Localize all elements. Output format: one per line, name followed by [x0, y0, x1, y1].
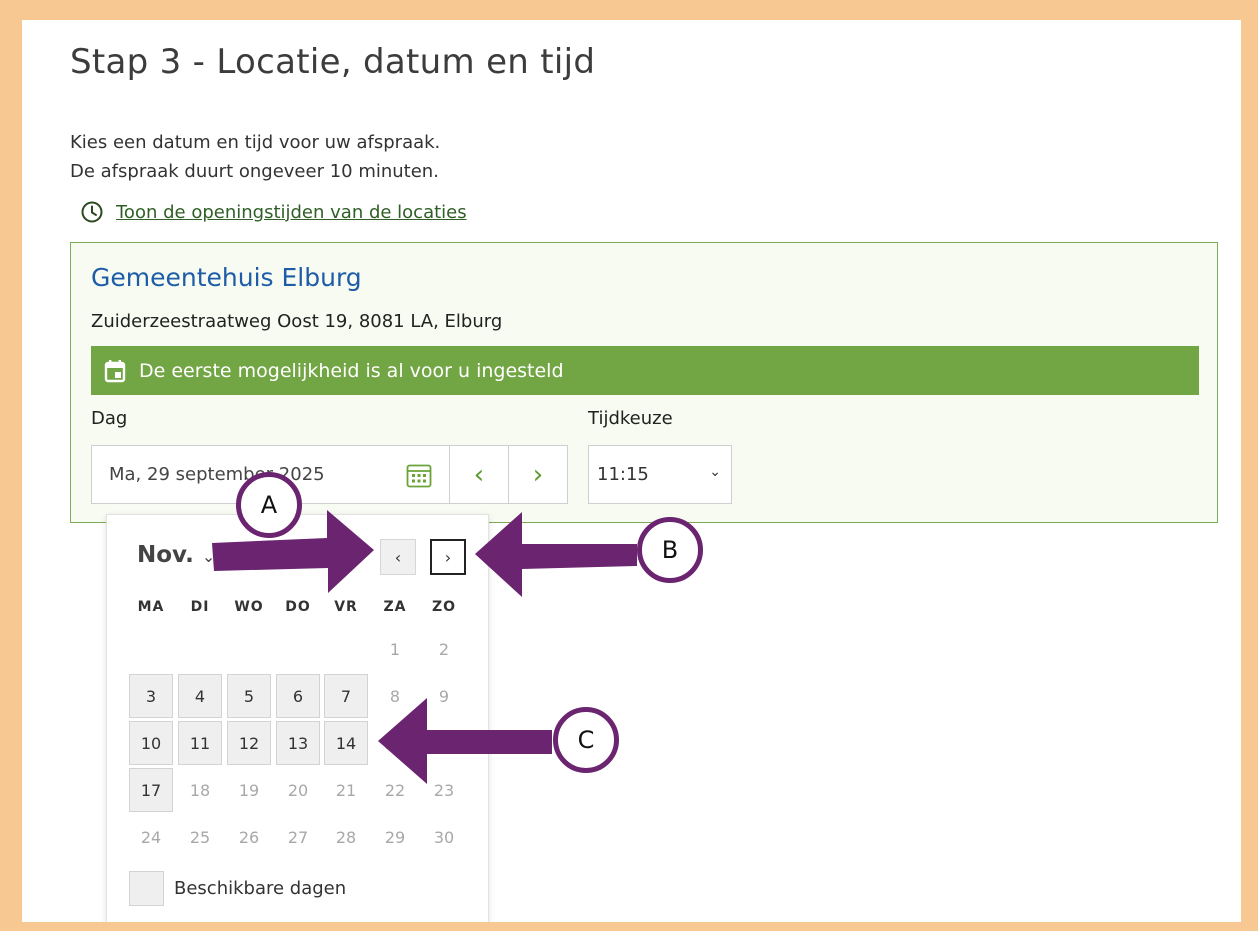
calendar-day[interactable]: 3 [129, 674, 173, 718]
calendar-day[interactable]: 17 [129, 768, 173, 812]
previous-day-button[interactable]: ‹ [449, 445, 509, 504]
page-title: Stap 3 - Locatie, datum en tijd [70, 42, 596, 82]
annotation-marker-b: B [637, 517, 703, 583]
calendar-day: 21 [335, 780, 357, 800]
calendar-day: 23 [433, 780, 455, 800]
chevron-right-icon: › [444, 547, 452, 567]
intro-line-1: Kies een datum en tijd voor uw afspraak. [70, 132, 441, 153]
calendar-day[interactable]: 11 [178, 721, 222, 765]
weekday-header: DO [285, 599, 311, 615]
calendar-day: 24 [140, 827, 162, 847]
weekday-header: MA [137, 599, 165, 615]
annotation-marker-a: A [236, 472, 302, 538]
location-name: Gemeentehuis Elburg [91, 263, 362, 292]
month-label: Nov. [137, 542, 194, 568]
chevron-left-icon: ‹ [394, 547, 402, 567]
first-available-notice: De eerste mogelijkheid is al voor u inge… [91, 346, 1199, 395]
time-value: 11:15 [597, 464, 649, 485]
calendar-day: 19 [238, 780, 260, 800]
location-card: Gemeentehuis Elburg Zuiderzeestraatweg O… [70, 242, 1218, 523]
chevron-down-icon: ⌄ [709, 464, 721, 480]
content-frame: Stap 3 - Locatie, datum en tijd Kies een… [22, 20, 1241, 922]
time-label: Tijdkeuze [588, 408, 673, 429]
weekday-header: WO [234, 599, 264, 615]
calendar-day: 25 [189, 827, 211, 847]
chevron-down-icon: ⌄ [201, 547, 216, 566]
calendar-day: 18 [189, 780, 211, 800]
calendar-day[interactable]: 12 [227, 721, 271, 765]
calendar-day[interactable]: 13 [276, 721, 320, 765]
day-label: Dag [91, 408, 128, 429]
calendar-day: 22 [384, 733, 406, 753]
legend-available-label: Beschikbare dagen [174, 878, 347, 899]
calendar-day: 20 [287, 780, 309, 800]
calendar-day[interactable]: 4 [178, 674, 222, 718]
weekday-header: DI [190, 599, 210, 615]
calendar-day: 1 [389, 639, 401, 659]
chevron-left-icon: ‹ [473, 459, 485, 490]
chevron-right-icon: › [532, 459, 544, 490]
clock-icon [81, 201, 103, 223]
calendar-icon [104, 359, 126, 382]
calendar-day[interactable]: 14 [324, 721, 368, 765]
annotation-marker-c: C [553, 707, 619, 773]
weekday-header: VR [334, 599, 358, 615]
calendar-day[interactable]: 10 [129, 721, 173, 765]
datepicker-popup: Nov. ⌄ ‹ › Beschikbare dagen MA DI WO DO VR ZA… [106, 514, 489, 922]
opening-hours-link[interactable]: Toon de openingstijden van de locaties [80, 200, 467, 224]
calendar-day: 27 [287, 827, 309, 847]
arrow-b [475, 512, 637, 597]
intro-text: Kies een datum en tijd voor uw afspraak.… [70, 128, 440, 186]
next-day-button[interactable]: › [508, 445, 568, 504]
notice-text: De eerste mogelijkheid is al voor u inge… [139, 359, 564, 382]
previous-month-button[interactable]: ‹ [380, 539, 416, 575]
weekday-header: ZO [431, 599, 457, 615]
calendar-day: 22 [384, 780, 406, 800]
calendar-day[interactable]: 7 [324, 674, 368, 718]
calendar-day: 29 [384, 827, 406, 847]
calendar-day[interactable]: 5 [227, 674, 271, 718]
legend-available-swatch [129, 871, 164, 906]
next-month-button[interactable]: › [430, 539, 466, 575]
calendar-day: 2 [438, 639, 450, 659]
opening-hours-link-label: Toon de openingstijden van de locaties [116, 201, 467, 223]
month-select[interactable]: Nov. ⌄ [137, 542, 215, 568]
time-select[interactable]: 11:15 ⌄ [588, 445, 732, 504]
calendar-day[interactable]: 6 [276, 674, 320, 718]
weekday-header: ZA [383, 599, 407, 615]
calendar-day: 28 [335, 827, 357, 847]
calendar-day: 9 [438, 686, 450, 706]
calendar-day: 23 [433, 733, 455, 753]
calendar-day: 30 [433, 827, 455, 847]
calendar-day: 8 [389, 686, 401, 706]
calendar-icon[interactable] [406, 463, 432, 489]
intro-line-2: De afspraak duurt ongeveer 10 minuten. [70, 161, 439, 182]
calendar-day: 26 [238, 827, 260, 847]
location-address: Zuiderzeestraatweg Oost 19, 8081 LA, Elb… [91, 311, 503, 332]
